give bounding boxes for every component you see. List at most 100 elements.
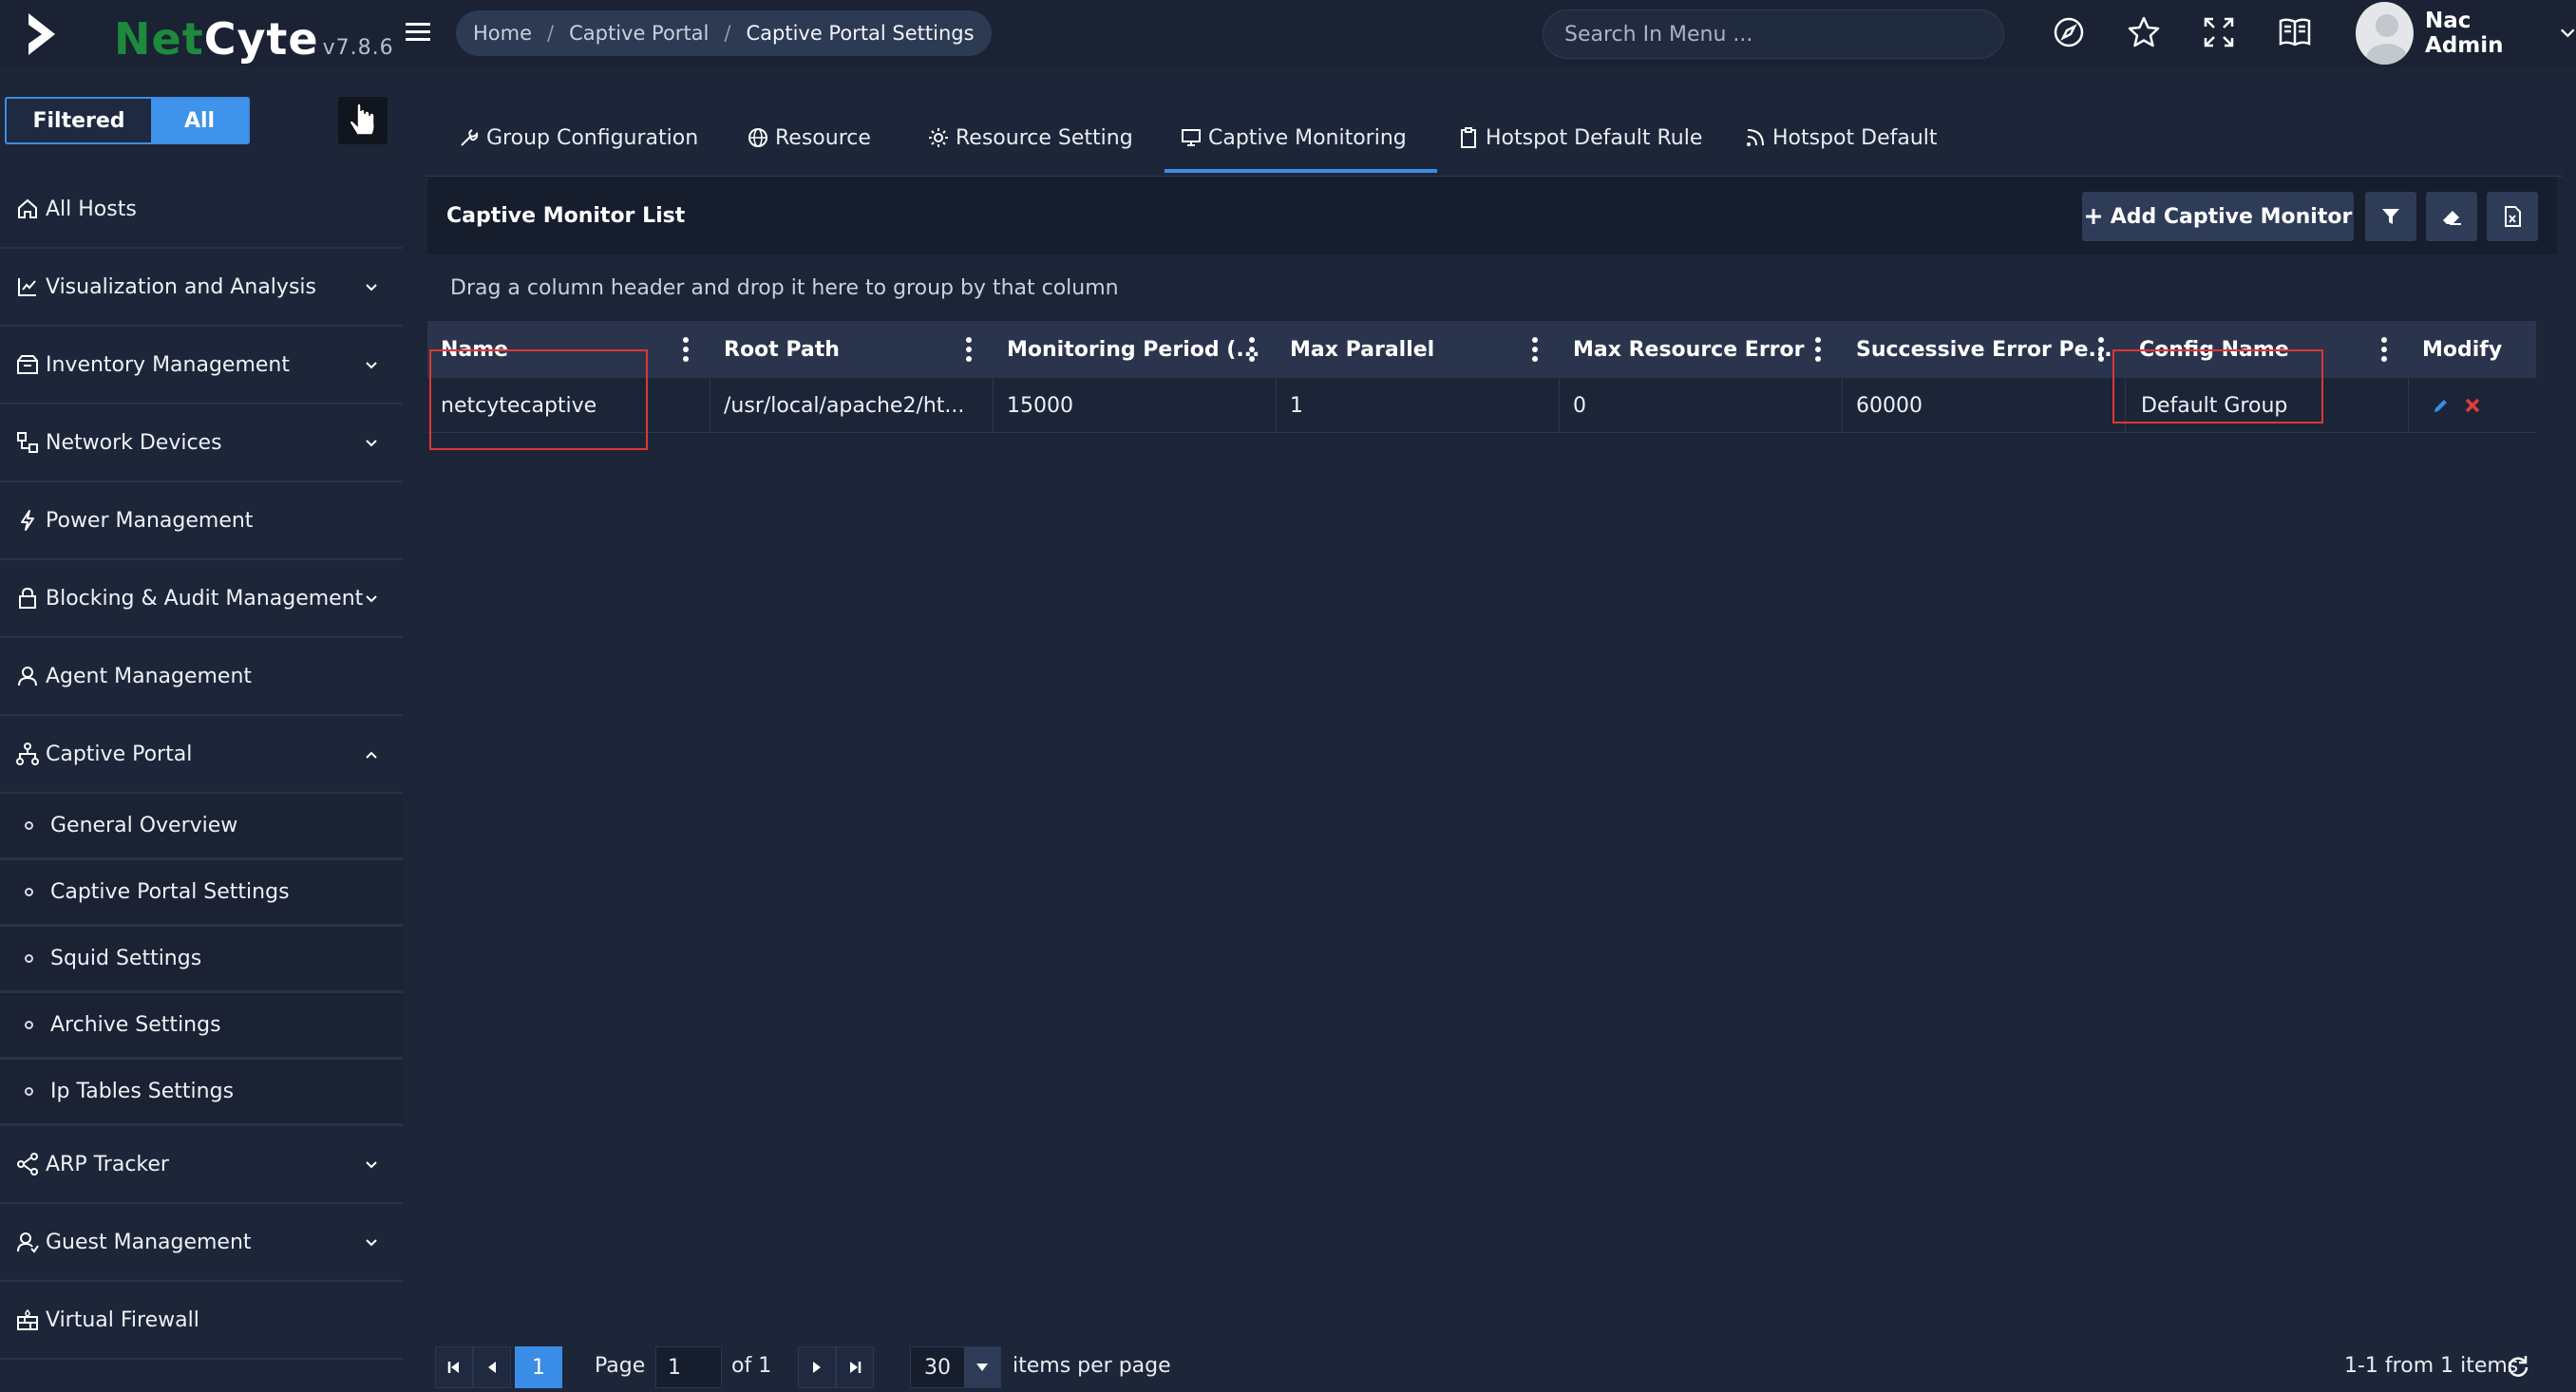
first-page-button[interactable] [435,1346,473,1388]
brand-version: v7.8.6 [322,36,394,60]
bullet-icon [25,1087,33,1096]
fullscreen-icon[interactable] [2200,13,2238,51]
next-page-button[interactable] [798,1346,836,1388]
breadcrumb-home[interactable]: Home [473,22,532,45]
add-captive-monitor-button[interactable]: Add Captive Monitor [2082,192,2354,241]
book-icon[interactable] [2276,13,2314,51]
sidebar-item-guest-management[interactable]: Guest Management [0,1204,403,1282]
tab-label: Hotspot Default [1772,125,1938,150]
highlight-box-name [429,349,648,450]
tab-group-configuration[interactable]: Group Configuration [458,99,698,177]
search-placeholder: Search In Menu ... [1564,22,1753,47]
tab-resource-setting[interactable]: Resource Setting [927,99,1133,177]
column-menu-icon[interactable] [2092,334,2111,365]
home-icon [18,198,37,218]
brand-name-part1: Net [114,13,204,65]
column-menu-icon[interactable] [1525,334,1544,365]
wrench-icon [461,129,479,146]
page-size-value: 30 [924,1355,951,1380]
brand-logo[interactable]: NetCyte v7.8.6 [114,13,394,65]
tab-hotspot-default[interactable]: Hotspot Default [1744,99,1938,177]
last-page-button[interactable] [836,1346,874,1388]
filter-toggle: Filtered All [5,97,250,144]
tab-bar: Group Configuration Resource Resource Se… [426,99,2563,177]
sidebar-item-label: Captive Portal [46,742,193,766]
search-input[interactable]: Search In Menu ... [1543,9,2004,59]
cell-successive-error: 60000 [1843,378,2126,433]
compass-icon[interactable] [2050,13,2088,51]
sidebar-item-virtual-firewall[interactable]: Virtual Firewall [0,1282,403,1360]
first-page-icon [447,1362,459,1373]
column-menu-icon[interactable] [1809,334,1828,365]
firewall-icon [17,1308,38,1330]
chevron-down-icon [366,595,377,603]
page-number-input[interactable]: 1 [655,1346,722,1388]
sidebar-pin-button[interactable] [338,97,388,144]
sidebar-item-captive-portal[interactable]: Captive Portal [0,716,403,794]
sidebar-item-label: Guest Management [46,1230,252,1254]
sidebar-item-arp-tracker[interactable]: ARP Tracker [0,1126,403,1204]
column-header-label: Modify [2422,337,2503,362]
guest-icon [17,1232,39,1253]
tab-hotspot-default-rule[interactable]: Hotspot Default Rule [1457,99,1702,177]
user-menu[interactable]: Nac Admin [2356,2,2576,65]
add-button-label: Add Captive Monitor [2110,204,2353,229]
cell-monitoring-period: 15000 [994,378,1277,433]
sidebar-item-visualization[interactable]: Visualization and Analysis [0,249,403,327]
sidebar-subitem-captive-portal-settings[interactable]: Captive Portal Settings [0,860,403,927]
chevron-down-icon [366,284,377,292]
column-menu-icon[interactable] [676,334,695,365]
tab-resource[interactable]: Resource [747,99,871,177]
logo-arrow-icon[interactable] [13,9,80,59]
gear-icon [929,128,948,147]
sidebar-item-network-devices[interactable]: Network Devices [0,404,403,482]
items-per-page-label: items per page [1013,1354,1171,1378]
sidebar: Filtered All All Hosts Visualization and… [0,80,403,1392]
vertical-scrollbar[interactable] [2536,321,2555,1337]
lock-icon [19,587,36,609]
sidebar-item-all-hosts[interactable]: All Hosts [0,171,403,249]
column-menu-icon[interactable] [2375,334,2394,365]
sidebar-item-agent[interactable]: Agent Management [0,638,403,716]
sidebar-subitem-label: General Overview [50,814,238,837]
all-toggle-button[interactable]: All [151,99,248,142]
star-icon[interactable] [2125,13,2163,51]
sidebar-subitem-ip-tables-settings[interactable]: Ip Tables Settings [0,1060,403,1126]
column-menu-icon[interactable] [959,334,978,365]
sidebar-subitem-squid-settings[interactable]: Squid Settings [0,927,403,993]
sidebar-item-label: Blocking & Audit Management [46,586,364,611]
column-header-max-parallel[interactable]: Max Parallel [1277,321,1550,378]
sitemap-icon [16,743,39,765]
globe-icon [748,128,767,147]
current-page-button[interactable]: 1 [515,1346,562,1388]
rss-icon [1747,129,1764,146]
sidebar-item-power[interactable]: Power Management [0,482,403,560]
sidebar-item-inventory[interactable]: Inventory Management [0,327,403,404]
column-header-root-path[interactable]: Root Path [710,321,984,378]
sidebar-subitem-archive-settings[interactable]: Archive Settings [0,993,403,1060]
filter-icon [2382,209,2399,224]
filter-button[interactable] [2365,192,2416,241]
breadcrumb-section[interactable]: Captive Portal [569,22,709,45]
edit-icon[interactable] [2432,396,2451,415]
clear-filter-button[interactable] [2426,192,2477,241]
menu-toggle-icon[interactable] [403,17,433,47]
tab-captive-monitoring[interactable]: Captive Monitoring [1165,99,1437,177]
page-size-select[interactable]: 30 [910,1346,1001,1388]
column-menu-icon[interactable] [1242,334,1261,365]
prev-page-button[interactable] [473,1346,511,1388]
filtered-toggle-button[interactable]: Filtered [7,99,151,142]
column-header-successive-error[interactable]: Successive Error Pe... [1843,321,2116,378]
group-drop-zone[interactable]: Drag a column header and drop it here to… [427,254,2557,321]
agent-icon [18,667,37,687]
refresh-icon[interactable] [2506,1354,2530,1379]
sidebar-nav: All Hosts Visualization and Analysis Inv… [0,171,403,1360]
sidebar-subitem-general-overview[interactable]: General Overview [0,794,403,860]
column-header-monitoring-period[interactable]: Monitoring Period (... [994,321,1267,378]
sidebar-item-label: Power Management [46,508,254,533]
delete-icon[interactable] [2464,397,2481,414]
column-header-max-resource-error[interactable]: Max Resource Error [1560,321,1833,378]
sidebar-item-blocking-audit[interactable]: Blocking & Audit Management [0,560,403,638]
export-excel-button[interactable] [2487,192,2538,241]
main-panel: Group Configuration Resource Resource Se… [426,99,2563,1392]
